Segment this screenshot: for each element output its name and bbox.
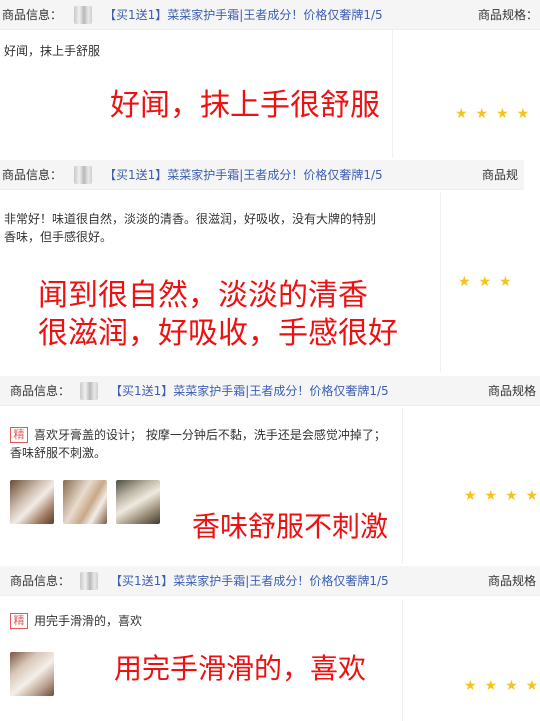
review-text: 精喜欢牙膏盖的设计； 按摩一分钟后不黏，洗手还是会感觉冲掉了； 香味舒服不刺激。 (10, 426, 390, 462)
column-divider (440, 192, 441, 372)
product-info-label: 商品信息： (10, 574, 71, 588)
review-text: 好闻，抹上手舒服 (4, 44, 101, 58)
review-photo-3[interactable] (116, 480, 160, 524)
rating-stars: ★★★★ (455, 106, 538, 122)
product-title-link[interactable]: 【买1送1】菜菜家护手霜|王者成分！价格仅奢牌1/5 (110, 566, 389, 596)
review-text-content: 喜欢牙膏盖的设计； 按摩一分钟后不黏，洗手还是会感觉冲掉了； 香味舒服不刺激。 (10, 428, 386, 460)
review-card-2: 商品信息： 【买1送1】菜菜家护手霜|王者成分！价格仅奢牌1/5 商品规 非常好… (0, 158, 540, 372)
rating-stars: ★★★ (458, 274, 520, 290)
review-caption-line-1: 闻到很自然，淡淡的清香 (38, 278, 368, 313)
column-divider (402, 600, 403, 721)
review-photo-1[interactable] (10, 480, 54, 524)
product-info-label: 商品信息： (10, 384, 71, 398)
rating-stars: ★★★★ (464, 678, 540, 694)
review-caption: 香味舒服不刺激 (192, 510, 389, 543)
product-info-label: 商品信息： (2, 8, 63, 22)
review-caption: 好闻，抹上手很舒服 (110, 88, 380, 123)
product-spec-label: 商品规 (482, 168, 519, 182)
review-text: 非常好！味道很自然，淡淡的清香。很滋润，好吸收，没有大牌的特别香味，但手感很好。 (4, 212, 377, 244)
rating-stars: ★★★★ (464, 488, 540, 504)
review-caption: 用完手滑滑的，喜欢 (114, 652, 367, 685)
product-thumbnail-icon[interactable] (80, 572, 98, 590)
product-thumbnail-icon[interactable] (80, 382, 98, 400)
product-info-bar: 商品信息： 【买1送1】菜菜家护手霜|王者成分！价格仅奢牌1/5 商品规格： (0, 0, 540, 30)
product-info-bar: 商品信息： 【买1送1】菜菜家护手霜|王者成分！价格仅奢牌1/5 商品规格 (0, 376, 540, 406)
product-thumbnail-icon[interactable] (74, 166, 92, 184)
review-card-1: 商品信息： 【买1送1】菜菜家护手霜|王者成分！价格仅奢牌1/5 商品规格： 好… (0, 0, 540, 158)
product-thumbnail-icon[interactable] (74, 6, 92, 24)
product-info-label: 商品信息： (2, 168, 63, 182)
product-title-link[interactable]: 【买1送1】菜菜家护手霜|王者成分！价格仅奢牌1/5 (110, 376, 389, 406)
product-title-link[interactable]: 【买1送1】菜菜家护手霜|王者成分！价格仅奢牌1/5 (104, 160, 383, 190)
review-card-4: 商品信息： 【买1送1】菜菜家护手霜|王者成分！价格仅奢牌1/5 商品规格 精用… (0, 564, 540, 721)
review-card-3: 商品信息： 【买1送1】菜菜家护手霜|王者成分！价格仅奢牌1/5 商品规格 精喜… (0, 372, 540, 564)
product-title-link[interactable]: 【买1送1】菜菜家护手霜|王者成分！价格仅奢牌1/5 (104, 0, 383, 30)
review-photo-2[interactable] (63, 480, 107, 524)
column-divider (392, 30, 393, 158)
review-photo-1[interactable] (10, 652, 54, 696)
column-divider (402, 408, 403, 564)
featured-badge: 精 (10, 613, 28, 629)
product-info-bar: 商品信息： 【买1送1】菜菜家护手霜|王者成分！价格仅奢牌1/5 商品规 (0, 160, 524, 190)
review-text-content: 用完手滑滑的，喜欢 (34, 614, 143, 628)
product-spec-label: 商品规格 (488, 574, 537, 588)
product-info-bar: 商品信息： 【买1送1】菜菜家护手霜|王者成分！价格仅奢牌1/5 商品规格 (0, 566, 540, 596)
featured-badge: 精 (10, 427, 28, 443)
product-spec-label: 商品规格： (478, 8, 539, 22)
product-spec-label: 商品规格 (488, 384, 537, 398)
review-text: 精用完手滑滑的，喜欢 (10, 612, 390, 630)
review-caption-line-2: 很滋润，好吸收，手感很好 (38, 316, 398, 351)
